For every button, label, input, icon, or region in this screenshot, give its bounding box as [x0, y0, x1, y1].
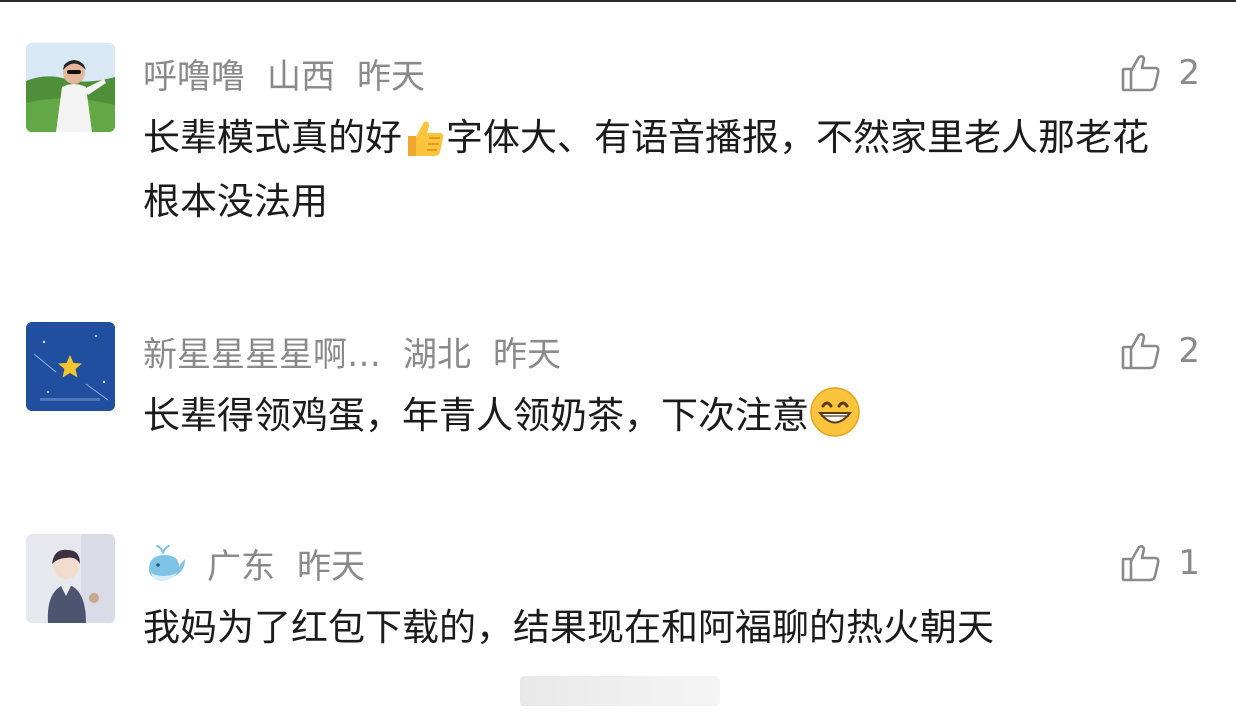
- timestamp: 昨天: [297, 546, 365, 587]
- like-button[interactable]: 2: [1120, 48, 1200, 98]
- like-count: 2: [1178, 331, 1200, 371]
- avatar[interactable]: [26, 534, 115, 623]
- username[interactable]: 新星星星星啊…: [143, 327, 381, 376]
- comment-meta: 新星星星星啊… 湖北 昨天: [143, 326, 583, 376]
- thumbs-up-emoji-icon: [408, 121, 444, 156]
- timestamp: 昨天: [357, 56, 425, 97]
- like-button[interactable]: 1: [1120, 538, 1200, 588]
- like-count: 1: [1178, 543, 1200, 583]
- comment-meta: 呼噜噜 山西 昨天: [143, 48, 447, 98]
- like-button[interactable]: 2: [1120, 326, 1200, 376]
- username[interactable]: 呼噜噜: [143, 49, 245, 98]
- location: 广东: [207, 546, 275, 587]
- like-count: 2: [1178, 53, 1200, 93]
- watermark: [520, 676, 720, 706]
- comment-text: 长辈得领鸡蛋，年青人领奶茶，下次注意: [143, 384, 1183, 448]
- thumbs-up-icon: [1122, 333, 1160, 370]
- avatar[interactable]: [26, 322, 115, 411]
- avatar[interactable]: [26, 43, 115, 132]
- top-divider: [0, 0, 1236, 2]
- whale-icon[interactable]: [143, 543, 187, 583]
- comment-text: 长辈模式真的好 字体大、有语音播报，不然家里老人那老花根本没法用: [143, 116, 1149, 223]
- grinning-face-emoji-icon: [810, 387, 860, 437]
- thumbs-up-icon: [1122, 545, 1160, 582]
- thumbs-up-icon: [1122, 55, 1160, 92]
- comment-text: 我妈为了红包下载的，结果现在和阿福聊的热火朝天: [143, 606, 994, 649]
- comment-meta: 广东 昨天: [143, 538, 387, 588]
- location: 湖北: [403, 334, 471, 375]
- timestamp: 昨天: [493, 334, 561, 375]
- location: 山西: [267, 56, 335, 97]
